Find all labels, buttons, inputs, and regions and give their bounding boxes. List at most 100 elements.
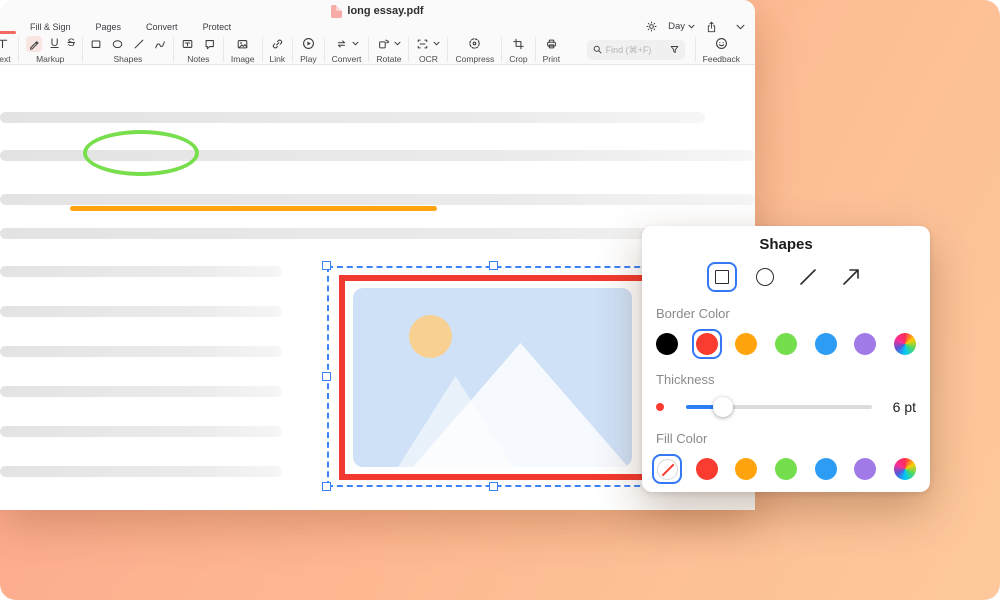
chevron-down-icon: [688, 24, 695, 29]
main-toolbar: Text U S Markup: [0, 34, 755, 65]
border-color-black[interactable]: [652, 329, 682, 359]
fill-color-blue[interactable]: [811, 454, 841, 484]
line-tool-icon: [798, 267, 818, 287]
line-tool-button[interactable]: [793, 262, 823, 292]
toolbar-group-markup: U S Markup: [19, 34, 82, 65]
note-text-icon[interactable]: [181, 38, 194, 50]
border-color-custom[interactable]: [890, 329, 920, 359]
orange-underline-annotation[interactable]: [70, 206, 437, 211]
window-titlebar: long essay.pdf: [0, 0, 755, 19]
color-wheel-icon: [894, 333, 916, 355]
toolbar-group-label: Print: [543, 54, 560, 64]
link-icon: [271, 38, 284, 50]
selection-handle-bottom-left[interactable]: [322, 482, 331, 491]
text-line-placeholder: [0, 426, 282, 437]
thickness-slider-track[interactable]: [686, 405, 872, 409]
selection-handle-bottom-mid[interactable]: [489, 482, 498, 491]
toolbar-group-rotate[interactable]: Rotate: [369, 34, 408, 65]
border-color-blue[interactable]: [811, 329, 841, 359]
toolbar-group-feedback[interactable]: Feedback: [696, 34, 747, 65]
selection-handle-top-left[interactable]: [322, 261, 331, 270]
selection-handle-top-mid[interactable]: [489, 261, 498, 270]
toolbar-group-label: Link: [270, 54, 286, 64]
rect-shape-icon[interactable]: [90, 38, 102, 50]
toolbar-group-label: Crop: [509, 54, 527, 64]
convert-icon: [335, 38, 348, 50]
share-icon[interactable]: [706, 21, 717, 33]
rotate-icon: [377, 38, 390, 50]
color-swatch: [735, 458, 757, 480]
toolbar-group-label: Markup: [36, 54, 64, 64]
rectangle-tool-button[interactable]: [707, 262, 737, 292]
collapse-toolbar-icon[interactable]: [736, 24, 745, 30]
toolbar-group-play[interactable]: Play: [293, 34, 324, 65]
line-shape-icon[interactable]: [133, 38, 145, 50]
arrow-tool-button[interactable]: [836, 262, 866, 292]
color-swatch: [656, 333, 678, 355]
brightness-icon[interactable]: [646, 21, 657, 32]
toolbar-group-convert[interactable]: Convert: [325, 34, 369, 65]
toolbar-group-print[interactable]: Print: [536, 34, 567, 65]
freehand-shape-icon[interactable]: [154, 38, 166, 50]
find-input[interactable]: [606, 45, 666, 55]
underline-markup-icon[interactable]: U: [51, 38, 59, 49]
color-swatch: [696, 458, 718, 480]
fill-color-green[interactable]: [771, 454, 801, 484]
toolbar-group-label: Shapes: [113, 54, 142, 64]
border-color-green[interactable]: [771, 329, 801, 359]
shapes-popover: Shapes Border Color Thickness: [642, 226, 930, 492]
filter-icon[interactable]: [670, 45, 679, 54]
thickness-slider-thumb[interactable]: [713, 397, 733, 417]
border-color-red-selected[interactable]: [692, 329, 722, 359]
border-color-orange[interactable]: [731, 329, 761, 359]
text-line-placeholder: [0, 194, 755, 205]
toolbar-group-text[interactable]: Text: [0, 34, 18, 65]
tab-protect[interactable]: Protect: [203, 22, 232, 32]
tab-fill-sign[interactable]: Fill & Sign: [30, 22, 71, 32]
toolbar-group-label: Notes: [187, 54, 209, 64]
window-header: long essay.pdf Fill & Sign Pages Convert…: [0, 0, 755, 65]
fill-color-red[interactable]: [692, 454, 722, 484]
green-ellipse-annotation[interactable]: [83, 130, 199, 176]
ocr-icon: [416, 38, 429, 50]
chevron-down-icon: [352, 41, 359, 46]
text-line-placeholder: [0, 306, 282, 317]
color-swatch: [815, 333, 837, 355]
toolbar-group-label: Convert: [332, 54, 362, 64]
toolbar-group-compress[interactable]: Compress: [448, 34, 501, 65]
thickness-min-dot: [656, 403, 664, 411]
toolbar-group-link[interactable]: Link: [263, 34, 293, 65]
color-wheel-icon: [894, 458, 916, 480]
feedback-icon: [715, 37, 728, 50]
toolbar-group-label: Compress: [455, 54, 494, 64]
toolbar-group-notes: Notes: [174, 34, 223, 65]
tab-pages[interactable]: Pages: [96, 22, 122, 32]
tab-convert[interactable]: Convert: [146, 22, 178, 32]
color-swatch: [775, 458, 797, 480]
text-line-placeholder: [0, 466, 282, 477]
strikethrough-markup-icon[interactable]: S: [68, 38, 75, 49]
image-placeholder[interactable]: [353, 288, 632, 467]
ellipse-tool-button[interactable]: [750, 262, 780, 292]
pencil-markup-icon[interactable]: [26, 36, 42, 52]
ellipse-shape-icon[interactable]: [111, 38, 124, 50]
toolbar-group-label: OCR: [419, 54, 438, 64]
sun-graphic: [409, 315, 452, 358]
popover-title: Shapes: [642, 226, 930, 253]
toolbar-group-ocr[interactable]: OCR: [409, 34, 447, 65]
toolbar-group-label: Rotate: [376, 54, 401, 64]
toolbar-group-crop[interactable]: Crop: [502, 34, 534, 65]
find-field[interactable]: [587, 40, 685, 60]
play-icon: [302, 37, 315, 50]
note-comment-icon[interactable]: [203, 38, 216, 50]
fill-color-purple[interactable]: [850, 454, 880, 484]
toolbar-group-label: Feedback: [703, 54, 740, 64]
toolbar-group-image[interactable]: Image: [224, 34, 262, 65]
fill-color-custom[interactable]: [890, 454, 920, 484]
view-mode-dropdown[interactable]: Day: [668, 21, 695, 32]
selection-handle-mid-left[interactable]: [322, 372, 331, 381]
fill-color-orange[interactable]: [731, 454, 761, 484]
border-color-purple[interactable]: [850, 329, 880, 359]
fill-color-none-selected[interactable]: [652, 454, 682, 484]
arrow-tool-icon: [841, 267, 861, 287]
